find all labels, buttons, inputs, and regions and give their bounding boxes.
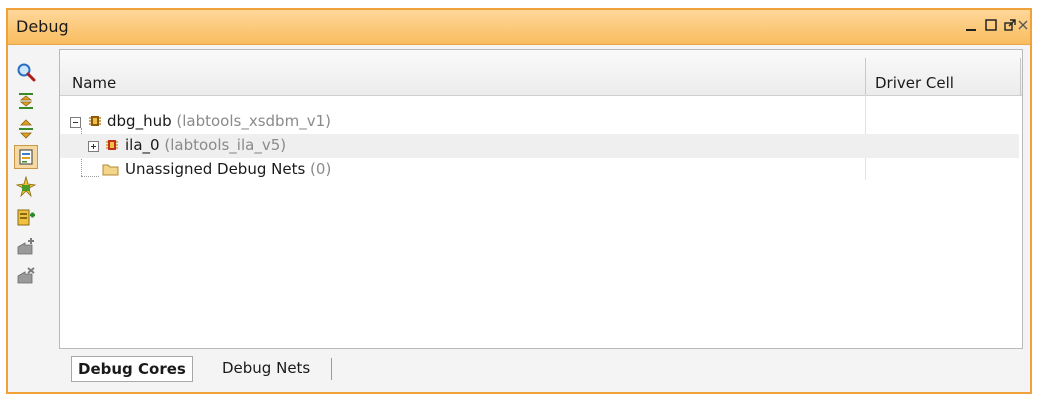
tree-row[interactable]: Unassigned Debug Nets (0) xyxy=(60,158,1019,182)
collapse-all-icon[interactable] xyxy=(14,89,38,113)
tab-separator xyxy=(331,358,332,380)
show-nets-icon[interactable] xyxy=(14,145,38,169)
debug-cores-tree[interactable]: Name Driver Cell dbg_hub (labtools_xsdbm… xyxy=(59,49,1023,349)
debug-panel: Debug Name Driver Cell dbg_hub (labtools… xyxy=(6,8,1032,394)
search-icon[interactable] xyxy=(14,60,38,84)
add-probe-icon[interactable] xyxy=(14,205,38,229)
tab-debug-nets[interactable]: Debug Nets xyxy=(216,356,316,382)
chip-icon xyxy=(87,113,103,133)
expand-all-icon[interactable] xyxy=(14,117,38,141)
row-detail: (labtools_ila_v5) xyxy=(164,136,287,154)
tree-row[interactable]: ila_0 (labtools_ila_v5) xyxy=(60,134,1019,158)
column-divider[interactable] xyxy=(865,58,866,95)
column-header-driver-cell[interactable]: Driver Cell xyxy=(875,74,954,92)
close-icon[interactable] xyxy=(1014,16,1032,34)
row-detail: (labtools_xsdbm_v1) xyxy=(176,112,331,130)
tree-header: Name Driver Cell xyxy=(60,50,1022,96)
tree-row[interactable]: dbg_hub (labtools_xsdbm_v1) xyxy=(60,110,1019,134)
panel-title: Debug xyxy=(16,17,69,36)
maximize-icon[interactable] xyxy=(982,16,1000,34)
chip-red-icon xyxy=(104,137,120,157)
column-header-name[interactable]: Name xyxy=(72,74,116,92)
collapse-toggle-icon[interactable] xyxy=(70,117,81,128)
vertical-toolbar xyxy=(8,45,56,392)
row-name: dbg_hub xyxy=(107,112,172,130)
column-divider-end[interactable] xyxy=(1020,58,1021,95)
auto-assign-icon[interactable] xyxy=(14,175,38,199)
tab-debug-cores[interactable]: Debug Cores xyxy=(71,356,193,382)
row-name: ila_0 xyxy=(125,136,160,154)
remove-net-icon[interactable] xyxy=(14,263,38,287)
panel-title-bar[interactable]: Debug xyxy=(8,10,1030,45)
bottom-tab-bar: Debug Cores Debug Nets xyxy=(59,350,1023,388)
minimize-icon[interactable] xyxy=(962,16,980,34)
expand-toggle-icon[interactable] xyxy=(88,141,99,152)
row-detail: (0) xyxy=(310,160,332,178)
folder-icon xyxy=(102,162,120,181)
add-net-icon[interactable] xyxy=(14,234,38,258)
row-name: Unassigned Debug Nets xyxy=(125,160,306,178)
